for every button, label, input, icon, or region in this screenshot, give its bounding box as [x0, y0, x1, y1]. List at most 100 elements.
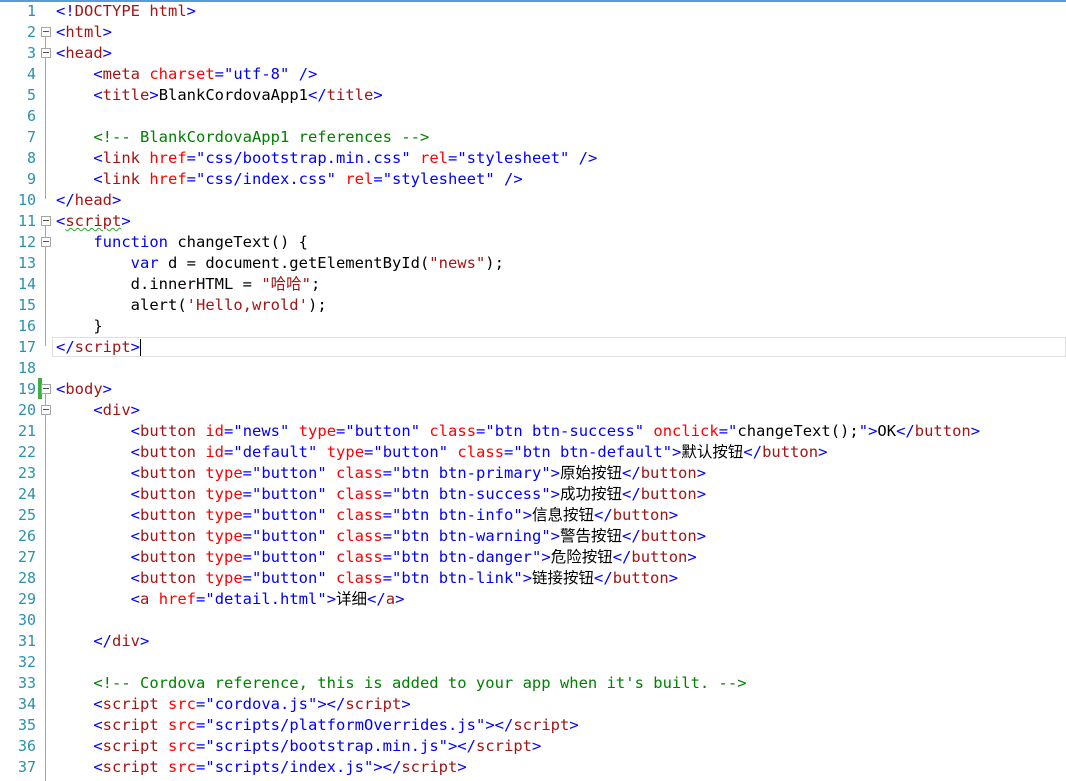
code-line[interactable]: 5 <title>BlankCordovaApp1</title> [0, 85, 1066, 106]
code-token: button [140, 569, 196, 587]
code-text: <head> [56, 43, 112, 64]
code-token: rel [345, 170, 374, 188]
code-line[interactable]: 21 <button id="news" type="button" class… [0, 421, 1066, 442]
code-line[interactable]: 15 alert('Hello,wrold'); [0, 295, 1066, 316]
code-token: script [65, 212, 122, 230]
code-token: "cordova.js" [205, 695, 318, 713]
line-number: 26 [17, 527, 36, 545]
code-text: <button type="button" class="btn btn-inf… [56, 505, 678, 526]
code-line[interactable]: 18 [0, 358, 1066, 379]
code-line[interactable]: 13 var d = document.getElementById("news… [0, 253, 1066, 274]
code-line[interactable]: 11 <script> [0, 211, 1066, 232]
code-line[interactable]: 34 <script src="cordova.js"></script> [0, 694, 1066, 715]
code-token: button [140, 464, 196, 482]
collapse-icon[interactable] [41, 27, 51, 37]
code-line[interactable]: 17 </script> [0, 337, 1066, 358]
code-text: <!DOCTYPE html> [56, 1, 196, 22]
code-line[interactable]: 4 <meta charset="utf-8" /> [0, 64, 1066, 85]
code-line[interactable]: 33 <!-- Cordova reference, this is added… [0, 673, 1066, 694]
collapse-icon[interactable] [41, 237, 51, 247]
code-line[interactable]: 14 d.innerHTML = "哈哈"; [0, 274, 1066, 295]
code-line[interactable]: 22 <button id="default" type="button" cl… [0, 442, 1066, 463]
code-line[interactable]: 23 <button type="button" class="btn btn-… [0, 463, 1066, 484]
code-line[interactable]: 20 <div> [0, 400, 1066, 421]
line-number: 31 [17, 632, 36, 650]
line-number: 12 [17, 233, 36, 251]
code-token: < [56, 212, 66, 230]
code-token: href [149, 170, 187, 188]
code-token: "button" [252, 548, 327, 566]
code-editor[interactable]: 1 <!DOCTYPE html> 2 <html> 3 <head> 4 <meta ch… [0, 0, 1066, 781]
code-token: href [149, 149, 187, 167]
code-line[interactable]: 6 [0, 106, 1066, 127]
code-token: > [668, 506, 679, 524]
code-token: 警告按钮 [560, 527, 623, 545]
code-token: " [858, 422, 869, 440]
code-token: script [102, 716, 159, 734]
code-token: class [457, 443, 505, 461]
code-token: = [382, 506, 393, 524]
code-token: "btn btn-info" [392, 506, 523, 524]
code-token: class [336, 506, 383, 524]
code-token: < [93, 758, 103, 776]
code-token: > [970, 422, 981, 440]
code-token: 危险按钮 [550, 548, 613, 566]
code-text: <button type="button" class="btn btn-suc… [56, 484, 706, 505]
code-line[interactable]: 37 <script src="scripts/index.js"></scri… [0, 757, 1066, 778]
code-line[interactable]: 8 <link href="css/bootstrap.min.css" rel… [0, 148, 1066, 169]
code-line[interactable]: 29 <a href="detail.html">详细</a> [0, 589, 1066, 610]
code-text: <button type="button" class="btn btn-lin… [56, 568, 678, 589]
code-line[interactable]: 32 [0, 652, 1066, 673]
code-text: <link href="css/bootstrap.min.css" rel="… [56, 148, 597, 169]
code-token: BlankCordovaApp1 [158, 86, 308, 104]
code-line[interactable]: 7 <!-- BlankCordovaApp1 references --> [0, 127, 1066, 148]
code-line[interactable]: 30 [0, 610, 1066, 631]
code-line[interactable]: 9 <link href="css/index.css" rel="styles… [0, 169, 1066, 190]
code-line[interactable]: 24 <button type="button" class="btn btn-… [0, 484, 1066, 505]
line-number: 6 [26, 107, 36, 125]
code-token: ></ [317, 695, 346, 713]
code-token: /> [578, 149, 598, 167]
code-line[interactable]: 12 function changeText() { [0, 232, 1066, 253]
code-token: > [696, 485, 707, 503]
collapse-icon[interactable] [41, 48, 51, 58]
code-token: > [326, 590, 337, 608]
code-token: src [168, 695, 197, 713]
code-line[interactable]: 1 <!DOCTYPE html> [0, 1, 1066, 22]
collapse-icon[interactable] [41, 384, 51, 394]
code-token: "default" [233, 443, 318, 461]
code-token: < [130, 548, 140, 566]
code-line[interactable]: 26 <button type="button" class="btn btn-… [0, 526, 1066, 547]
code-line[interactable]: 36 <script src="scripts/bootstrap.min.js… [0, 736, 1066, 757]
code-line[interactable]: 35 <script src="scripts/platformOverride… [0, 715, 1066, 736]
code-line[interactable]: 16 } [0, 316, 1066, 337]
code-line[interactable]: 2 <html> [0, 22, 1066, 43]
code-line[interactable]: 19 <body> [0, 379, 1066, 400]
code-line[interactable]: 28 <button type="button" class="btn btn-… [0, 568, 1066, 589]
code-line[interactable]: 27 <button type="button" class="btn btn-… [0, 547, 1066, 568]
code-token: a [140, 590, 150, 608]
code-line[interactable]: 31 </div> [0, 631, 1066, 652]
code-token: button [140, 548, 196, 566]
code-token: < [93, 170, 103, 188]
code-token: < [130, 443, 140, 461]
code-token: button [140, 506, 196, 524]
code-token: < [130, 527, 140, 545]
code-token: /> [504, 170, 523, 188]
code-line[interactable]: 10 </head> [0, 190, 1066, 211]
collapse-icon[interactable] [41, 405, 51, 415]
code-line[interactable]: 3 <head> [0, 43, 1066, 64]
code-token: head [65, 44, 103, 62]
code-line[interactable]: 25 <button type="button" class="btn btn-… [0, 505, 1066, 526]
collapse-icon[interactable] [41, 216, 51, 226]
